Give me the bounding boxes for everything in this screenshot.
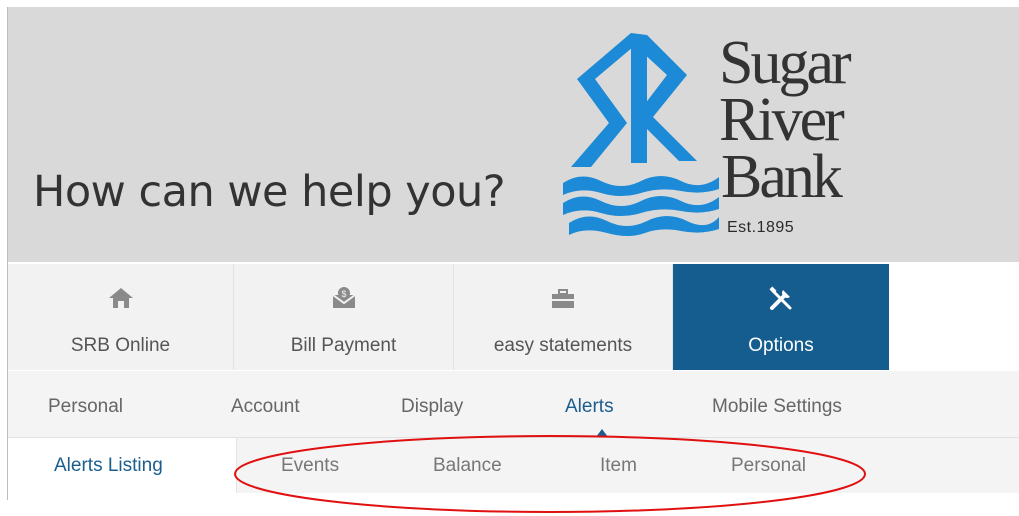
tagline: How can we help you? [33,167,506,217]
svg-text:$: $ [341,289,346,299]
main-nav-srb-online[interactable]: SRB Online [8,264,234,370]
briefcase-icon [454,286,672,314]
envelope-dollar-icon: $ [234,286,453,314]
tab-alerts-listing[interactable]: Alerts Listing [54,455,163,477]
main-nav-options[interactable]: Options [673,264,889,370]
subnav-alerts[interactable]: Alerts [565,396,614,418]
logo-text-line3: Bank [721,143,843,211]
main-nav: SRB Online $ Bill Payment easy statement… [8,264,1019,370]
sub-nav: Personal Account Display Alerts Mobile S… [8,371,1019,438]
main-nav-label: Bill Payment [290,335,397,356]
logo-text-line1: Sugar [719,29,852,97]
main-nav-label: SRB Online [70,335,171,356]
bank-logo-mark-icon [563,33,719,236]
main-nav-label: easy statements [493,335,633,356]
main-nav-bill-payment[interactable]: $ Bill Payment [234,264,454,370]
main-nav-easy-statements[interactable]: easy statements [454,264,673,370]
tools-icon [673,286,889,314]
highlight-ellipse [234,435,866,513]
subnav-account[interactable]: Account [231,396,300,418]
logo-established: Est.1895 [727,219,795,236]
home-icon [8,286,233,314]
subnav-mobile-settings[interactable]: Mobile Settings [712,396,842,418]
site-header: How can we help you? Sugar River Bank Es… [8,7,1019,262]
subnav-personal[interactable]: Personal [48,396,123,418]
main-nav-label: Options [748,335,814,356]
bank-logo[interactable]: Sugar River Bank Est.1895 [561,31,861,245]
subnav-display[interactable]: Display [401,396,463,418]
logo-text-line2: River [719,86,845,154]
